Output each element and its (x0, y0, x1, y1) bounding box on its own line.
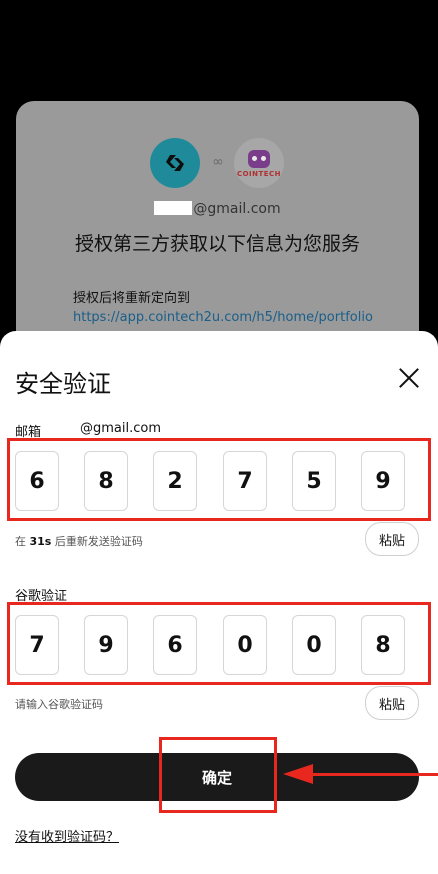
annotation-arrow-icon (283, 764, 313, 784)
resend-prefix: 在 (15, 535, 30, 548)
logos-row: ∞ COINTECH (16, 138, 419, 188)
google-code-hint: 请输入谷歌验证码 (15, 698, 103, 711)
robot-icon (248, 150, 270, 168)
resend-suffix: 后重新发送验证码 (51, 535, 143, 548)
paste-email-code-button[interactable]: 粘贴 (365, 522, 419, 556)
close-icon[interactable] (398, 367, 420, 389)
bitget-logo (150, 138, 200, 188)
auth-title: 授权第三方获取以下信息为您服务 (74, 233, 360, 255)
annotation-arrow-line (310, 773, 438, 776)
email-redaction (154, 201, 193, 215)
resend-countdown: 在 31s 后重新发送验证码 (15, 533, 143, 549)
sheet-title: 安全验证 (15, 370, 111, 398)
security-verification-sheet: 安全验证 邮箱 @gmail.com 6 8 2 7 5 9 在 31s 后重新… (0, 331, 438, 874)
redirect-label: 授权后将重新定向到 (73, 291, 191, 306)
email-code-annotation-box (7, 438, 431, 521)
partner-logo-text: COINTECH (236, 170, 282, 178)
no-code-received-link[interactable]: 没有收到验证码？ (15, 826, 119, 845)
google-code-annotation-box (7, 602, 431, 685)
link-icon: ∞ (212, 154, 224, 170)
resend-seconds: 31s (29, 535, 52, 548)
auth-email-suffix: @gmail.com (193, 201, 281, 217)
email-value: @gmail.com (80, 421, 162, 436)
confirm-annotation-box (159, 737, 277, 813)
auth-email: @gmail.com (16, 201, 419, 217)
paste-google-code-button[interactable]: 粘贴 (365, 686, 419, 720)
bitget-logo-icon (166, 155, 184, 171)
cointech-logo: COINTECH (234, 138, 284, 188)
redirect-url-link[interactable]: https://app.cointech2u.com/h5/home/portf… (73, 310, 373, 325)
